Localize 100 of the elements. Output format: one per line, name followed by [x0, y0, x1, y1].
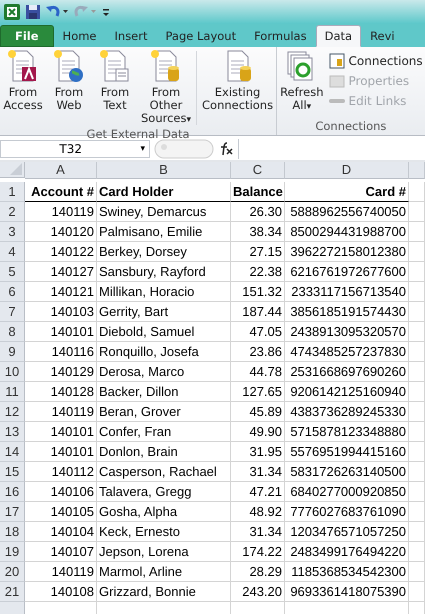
caret-icon[interactable]: ▾: [140, 144, 145, 154]
table-cell: 26.30: [231, 202, 285, 222]
row-header[interactable]: 10: [0, 362, 25, 382]
ribbon-tab[interactable]: Revi: [361, 25, 404, 47]
empty-cell: [409, 242, 425, 262]
row-header[interactable]: 16: [0, 482, 25, 502]
column-header[interactable]: D: [285, 162, 409, 179]
empty-cell: [409, 302, 425, 322]
ribbon-button[interactable]: From Access: [0, 49, 46, 127]
ribbon-tab[interactable]: Home: [54, 25, 106, 47]
row-header[interactable]: 3: [0, 222, 25, 242]
table-cell: 9206142125160940: [285, 382, 409, 402]
ribbon-tab[interactable]: Page Layout: [156, 25, 246, 47]
table-cell: Palmisano, Emilie: [97, 222, 231, 242]
table-cell: Beran, Grover: [97, 402, 231, 422]
row-header[interactable]: 11: [0, 382, 25, 402]
save-icon[interactable]: [25, 4, 41, 20]
table-cell: 140119: [25, 402, 97, 422]
empty-cell: [409, 182, 425, 202]
table-cell: 4383736289245330: [285, 402, 409, 422]
row-header[interactable]: 18: [0, 522, 25, 542]
table-cell: 140103: [25, 302, 97, 322]
table-cell: Casperson, Rachael: [97, 462, 231, 482]
table-cell: 140120: [25, 222, 97, 242]
row-header[interactable]: 4: [0, 242, 25, 262]
row-header[interactable]: 5: [0, 262, 25, 282]
row-header[interactable]: 7: [0, 302, 25, 322]
insert-function-icon[interactable]: [218, 142, 234, 156]
empty-cell: [409, 442, 425, 462]
table-cell: 151.32: [231, 282, 285, 302]
connections-icon: [328, 53, 345, 69]
table-cell: Diebold, Samuel: [97, 322, 231, 342]
empty-cell: [409, 342, 425, 362]
empty-cell: [409, 362, 425, 382]
row-header[interactable]: 2: [0, 202, 25, 222]
name-box[interactable]: T32 ▾: [0, 140, 150, 158]
table-cell: Grizzard, Bonnie: [97, 582, 231, 602]
table-cell: 2483499176494220: [285, 542, 409, 562]
table-cell: 31.95: [231, 442, 285, 462]
column-header[interactable]: [409, 162, 425, 179]
table-cell: Backer, Dillon: [97, 382, 231, 402]
row-header[interactable]: 20: [0, 562, 25, 582]
empty-cell: [409, 422, 425, 442]
ribbon-small-button[interactable]: Connections: [326, 53, 425, 69]
table-cell: 23.86: [231, 342, 285, 362]
row-header[interactable]: 8: [0, 322, 25, 342]
table-cell: 5831726263140500: [285, 462, 409, 482]
table-cell: 27.15: [231, 242, 285, 262]
column-header[interactable]: B: [97, 162, 231, 179]
table-cell: Gerrity, Bart: [97, 302, 231, 322]
splitter-handle-icon[interactable]: [154, 139, 214, 159]
table-cell: 6840277000920850: [285, 482, 409, 502]
table-cell: 140119: [25, 202, 97, 222]
ribbon-tab[interactable]: Formulas: [245, 25, 316, 47]
row-header[interactable]: 14: [0, 442, 25, 462]
table-cell: Keck, Ernesto: [97, 522, 231, 542]
table-cell: 5888962556740050: [285, 202, 409, 222]
row-header[interactable]: 12: [0, 402, 25, 422]
row-header[interactable]: 19: [0, 542, 25, 562]
table-cell: 38.34: [231, 222, 285, 242]
row-header[interactable]: 17: [0, 502, 25, 522]
group-label: Get External Data: [86, 127, 191, 141]
table-cell: 140105: [25, 502, 97, 522]
row-header[interactable]: 15: [0, 462, 25, 482]
file-tab[interactable]: File: [0, 25, 54, 47]
table-cell: 140101: [25, 322, 97, 342]
ribbon-button[interactable]: Existing Connections: [199, 49, 276, 127]
table-cell: Berkey, Dorsey: [97, 242, 231, 262]
ribbon-button[interactable]: Refresh All▾: [277, 49, 327, 119]
table-cell: 174.22: [231, 542, 285, 562]
empty-cell: [409, 382, 425, 402]
table-cell: 48.92: [231, 502, 285, 522]
table-cell: 140116: [25, 342, 97, 362]
table-header-cell: Card Holder: [97, 182, 231, 202]
excel-logo-icon[interactable]: [3, 3, 21, 21]
table-cell: 5715878123348880: [285, 422, 409, 442]
table-cell: 140101: [25, 422, 97, 442]
table-cell: Donlon, Brain: [97, 442, 231, 462]
column-header[interactable]: A: [25, 162, 97, 179]
row-header[interactable]: 1: [0, 182, 25, 202]
table-cell: 8500294431988700: [285, 222, 409, 242]
ribbon-button[interactable]: From Other Sources▾: [138, 49, 194, 127]
empty-cell: [409, 402, 425, 422]
ribbon-button[interactable]: From Text: [92, 49, 138, 127]
column-header[interactable]: C: [231, 162, 285, 179]
table-cell: 2333117156713540: [285, 282, 409, 302]
ribbon-tab[interactable]: Insert: [106, 25, 156, 47]
table-header-cell: Account #: [25, 182, 97, 202]
row-header[interactable]: 13: [0, 422, 25, 442]
table-cell: 140127: [25, 262, 97, 282]
table-cell: 2531668697690260: [285, 362, 409, 382]
ribbon-button[interactable]: From Web: [46, 49, 92, 127]
row-header[interactable]: 9: [0, 342, 25, 362]
table-cell: 6216761972677600: [285, 262, 409, 282]
table-cell: 187.44: [231, 302, 285, 322]
row-header[interactable]: 21: [0, 582, 25, 602]
ribbon-tab[interactable]: Data: [316, 25, 362, 47]
table-cell: 31.34: [231, 522, 285, 542]
table-cell: 127.65: [231, 382, 285, 402]
row-header[interactable]: 6: [0, 282, 25, 302]
